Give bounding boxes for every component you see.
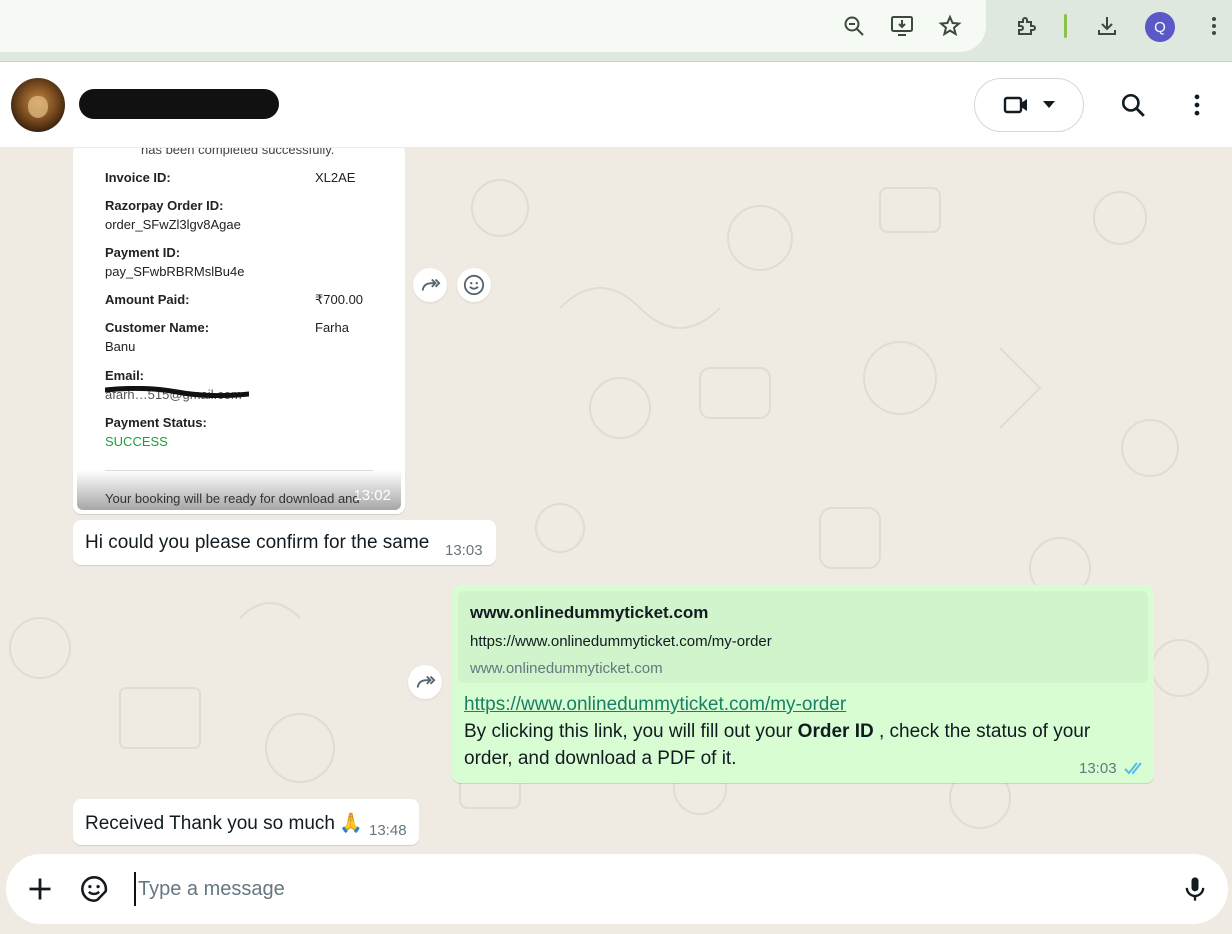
preview-description: https://www.onlinedummyticket.com/my-ord… <box>470 633 772 650</box>
message-input[interactable] <box>134 872 1174 906</box>
downloads-icon[interactable] <box>1089 8 1125 44</box>
receipt-label: Razorpay Order ID: <box>105 198 224 213</box>
install-app-icon[interactable] <box>884 8 920 44</box>
react-button[interactable] <box>457 268 491 302</box>
message-bold-text: Order ID <box>797 721 874 742</box>
forward-icon <box>421 278 441 291</box>
read-double-check-icon <box>1124 762 1142 775</box>
plus-icon[interactable] <box>22 871 58 907</box>
message-text-part: By clicking this link, you will fill out… <box>464 721 798 742</box>
chat-menu-icon[interactable] <box>1180 88 1214 122</box>
redaction-scribble <box>105 386 249 398</box>
link-preview-card[interactable]: www.onlinedummyticket.com https://www.on… <box>458 591 1148 683</box>
message-text-part: Received Thank you so much <box>85 813 335 834</box>
preview-domain: www.onlinedummyticket.com <box>470 660 663 677</box>
receipt-value: Farha <box>315 320 349 335</box>
sticker-icon[interactable] <box>76 871 112 907</box>
preview-title: www.onlinedummyticket.com <box>470 603 709 622</box>
message-link[interactable]: https://www.onlinedummyticket.com/my-ord… <box>464 694 846 716</box>
message-text: Received Thank you so much 🙏 <box>85 811 363 835</box>
forward-button[interactable] <box>413 268 447 302</box>
receipt-value: Banu <box>105 339 136 354</box>
receipt-label: Invoice ID: <box>105 170 171 185</box>
receipt-footer-text: Your booking will be ready for download … <box>105 491 360 506</box>
receipt-value: order_SFwZl3lgv8Agae <box>105 217 241 232</box>
message-time: 13:03 <box>1079 760 1117 777</box>
receipt-label: Payment ID: <box>105 245 181 260</box>
receipt-label: Customer Name: <box>105 320 210 335</box>
contact-avatar[interactable] <box>11 78 65 132</box>
receipt-completed-text: has been completed successfully. <box>141 148 335 157</box>
receipt-image: has been completed successfully. Invoice… <box>77 148 401 510</box>
forward-button[interactable] <box>408 665 442 699</box>
receipt-status: SUCCESS <box>105 434 168 449</box>
receipt-label: Amount Paid: <box>105 292 190 307</box>
incoming-message[interactable]: Hi could you please confirm for the same… <box>73 520 496 565</box>
contact-name-redacted[interactable] <box>79 89 279 119</box>
message-time: 13:03 <box>445 542 483 559</box>
browser-divider <box>0 52 1232 62</box>
message-text-line1: By clicking this link, you will fill out… <box>464 721 1090 743</box>
profile-avatar[interactable]: Q <box>1145 12 1175 42</box>
forward-icon <box>416 675 436 688</box>
receipt-value: pay_SFwbRBRMslBu4e <box>105 264 245 279</box>
composer-area <box>0 854 1232 934</box>
receipt-label: Payment Status: <box>105 415 207 430</box>
receipt-value: XL2AE <box>315 170 356 185</box>
image-message-receipt[interactable]: has been completed successfully. Invoice… <box>73 148 405 514</box>
video-call-icon <box>1003 96 1027 114</box>
chevron-down-icon <box>1043 101 1055 108</box>
chat-header <box>0 62 1232 148</box>
toolbar-separator <box>1064 14 1067 38</box>
zoom-out-icon[interactable] <box>836 8 872 44</box>
microphone-icon[interactable] <box>1177 871 1213 907</box>
message-text-part: , check the status of your <box>873 721 1091 742</box>
search-icon[interactable] <box>1116 88 1150 122</box>
folded-hands-emoji: 🙏 <box>338 813 363 834</box>
message-text-line2: order, and download a PDF of it. <box>464 748 737 769</box>
message-time: 13:02 <box>353 487 391 504</box>
conversation-panel[interactable]: has been completed successfully. Invoice… <box>0 148 1232 854</box>
emoji-smile-icon <box>463 274 485 296</box>
incoming-message[interactable]: Received Thank you so much 🙏 13:48 <box>73 799 419 845</box>
receipt-value: ₹700.00 <box>315 292 364 307</box>
receipt-label: Email: <box>105 368 145 383</box>
menu-kebab-icon[interactable] <box>1196 8 1232 44</box>
extensions-icon[interactable] <box>1009 8 1045 44</box>
message-text: Hi could you please confirm for the same <box>85 532 430 553</box>
message-composer <box>6 854 1228 924</box>
bookmark-star-icon[interactable] <box>932 8 968 44</box>
message-time: 13:48 <box>369 822 407 839</box>
outgoing-message[interactable]: www.onlinedummyticket.com https://www.on… <box>452 585 1154 783</box>
video-call-button[interactable] <box>974 78 1084 132</box>
